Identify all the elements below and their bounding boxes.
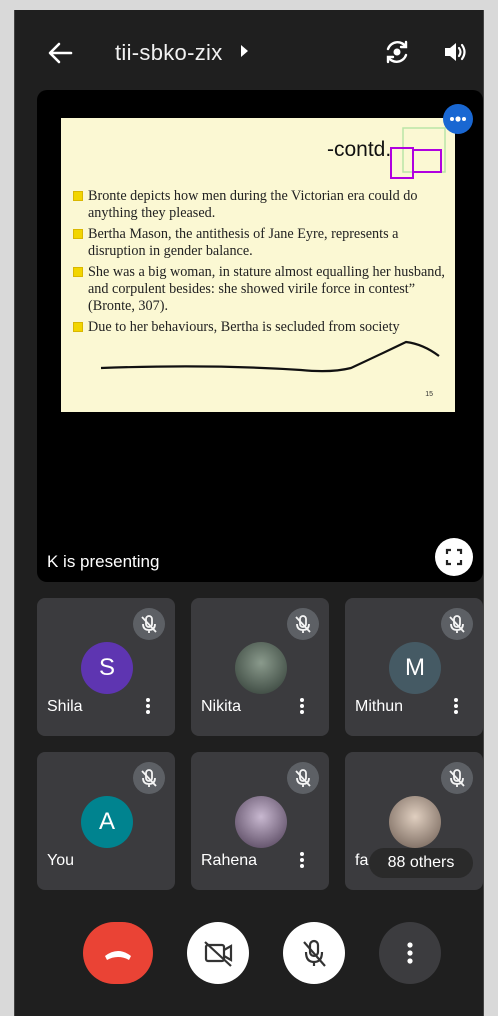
avatar: S	[81, 642, 133, 694]
participant-tile[interactable]: S Shila	[37, 598, 175, 736]
camera-switch-icon[interactable]	[381, 36, 413, 68]
annotation-ink	[100, 127, 446, 373]
mic-off-icon	[287, 608, 319, 640]
fullscreen-icon	[445, 548, 463, 566]
participant-menu-icon[interactable]	[145, 696, 151, 718]
participant-menu-icon[interactable]	[299, 850, 305, 872]
meet-screen: tii-sbko-zix -contd. Bronte depicts how …	[14, 10, 484, 1016]
camera-toggle-button[interactable]	[187, 922, 249, 984]
mic-off-icon	[441, 608, 473, 640]
participant-name: Rahena	[201, 852, 258, 869]
more-options-icon[interactable]	[443, 104, 473, 134]
participant-tile[interactable]: Rahena	[191, 752, 329, 890]
dots-icon	[450, 116, 466, 122]
others-count-badge[interactable]: 88 others	[369, 848, 473, 878]
avatar: A	[81, 796, 133, 848]
fullscreen-button[interactable]	[435, 538, 473, 576]
mic-off-icon	[287, 762, 319, 794]
video-off-icon	[204, 941, 233, 967]
end-call-button[interactable]	[83, 922, 153, 984]
phone-hangup-icon	[105, 951, 131, 960]
participant-name: Shila	[47, 698, 83, 715]
more-options-button[interactable]	[379, 922, 441, 984]
meeting-code[interactable]: tii-sbko-zix	[115, 40, 223, 66]
participant-name: Mithun	[355, 698, 404, 715]
avatar-photo	[389, 796, 441, 848]
participant-menu-icon[interactable]	[453, 696, 459, 718]
presenting-label: K is presenting	[47, 552, 160, 571]
participant-menu-icon[interactable]	[299, 696, 305, 718]
caret-right-icon[interactable]	[241, 45, 248, 57]
top-bar: tii-sbko-zix	[15, 10, 483, 96]
avatar-photo	[235, 642, 287, 694]
participant-name: You	[47, 852, 74, 869]
mic-off-icon	[441, 762, 473, 794]
participant-tile[interactable]: fa 88 others	[345, 752, 483, 890]
presentation-view[interactable]: -contd. Bronte depicts how men during th…	[37, 90, 483, 582]
more-vert-icon	[407, 942, 413, 964]
avatar: M	[389, 642, 441, 694]
participant-name: Nikita	[201, 698, 242, 715]
mic-toggle-button[interactable]	[283, 922, 345, 984]
participant-tile[interactable]: M Mithun	[345, 598, 483, 736]
mic-off-icon	[303, 939, 326, 967]
speaker-icon[interactable]	[441, 38, 469, 66]
mic-off-icon	[133, 608, 165, 640]
arrow-left-icon[interactable]	[45, 38, 75, 68]
avatar-photo	[235, 796, 287, 848]
participant-tile[interactable]: Nikita	[191, 598, 329, 736]
mic-off-icon	[133, 762, 165, 794]
participant-tile[interactable]: A You	[37, 752, 175, 890]
participant-name: fa	[355, 852, 369, 869]
presentation-slide: -contd. Bronte depicts how men during th…	[61, 118, 455, 412]
